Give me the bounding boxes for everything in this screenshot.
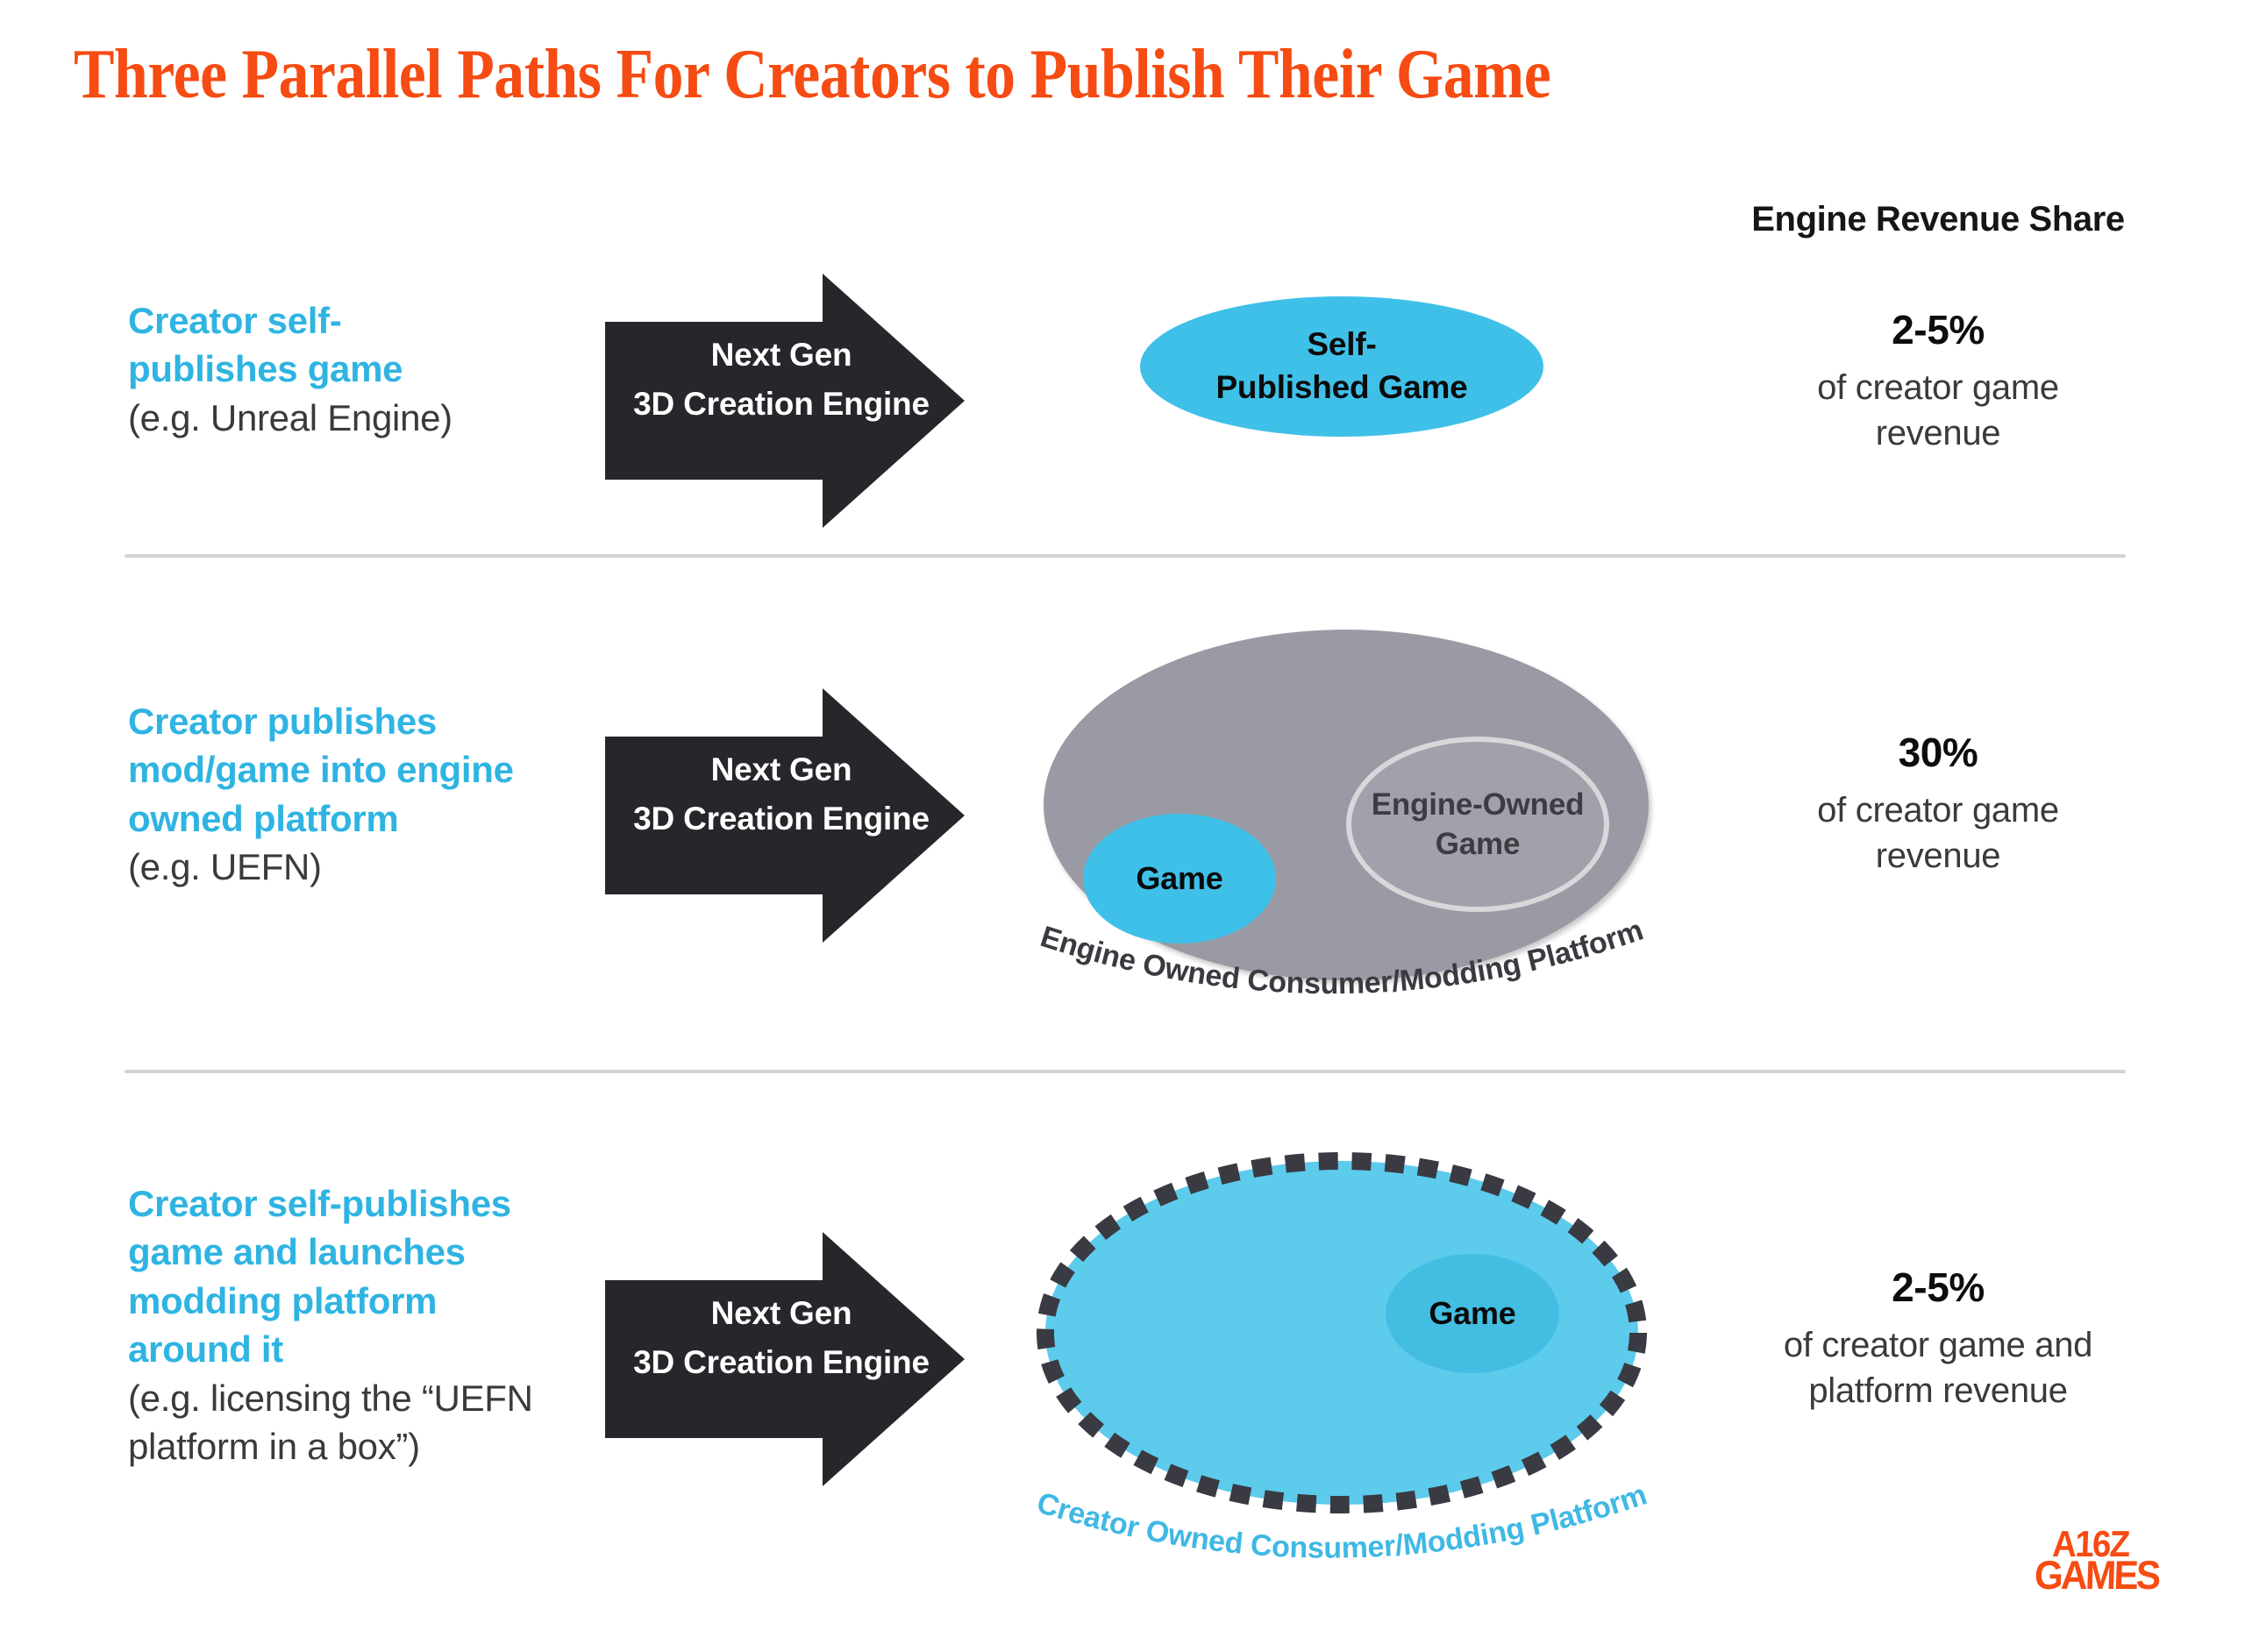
row3-revenue-percent: 2-5% — [1892, 1264, 1985, 1310]
row2-revenue-note-line2: revenue — [1875, 837, 2001, 876]
row1-revenue: 2-5% of creator game revenue — [1710, 305, 2166, 457]
row2-revenue: 30% of creator game revenue — [1710, 728, 2166, 879]
row1-revenue-note-line1: of creator game — [1817, 367, 2059, 407]
row3-desc-sub-line1: (e.g. licensing the “UEFN — [128, 1377, 533, 1419]
row3-next-gen-arrow: Next Gen 3D Creation Engine — [605, 1232, 973, 1486]
row3-desc-line4: around it — [128, 1328, 283, 1371]
engine-platform-caption-text: Engine Owned Consumer/Modding Platform — [1037, 914, 1647, 1001]
creator-platform-caption-text: Creator Owned Consumer/Modding Platform — [1033, 1478, 1650, 1564]
row2-desc-sub: (e.g. UEFN) — [128, 846, 322, 888]
row2-revenue-note-line1: of creator game — [1817, 790, 2059, 830]
row1-desc-sub: (e.g. Unreal Engine) — [128, 396, 453, 438]
row1-revenue-note: of creator game revenue — [1710, 365, 2166, 458]
row1-next-gen-arrow: Next Gen 3D Creation Engine — [605, 274, 973, 528]
logo-line2: GAMES — [2034, 1551, 2160, 1598]
slide-canvas: Three Parallel Paths For Creators to Pub… — [0, 0, 2245, 1652]
row2-revenue-percent: 30% — [1898, 730, 1978, 775]
row2-revenue-note: of creator game revenue — [1710, 787, 2166, 880]
row3-revenue-note-line2: platform revenue — [1808, 1371, 2068, 1411]
row2-description: Creator publishes mod/game into engine o… — [128, 697, 584, 892]
engine-owned-game-line2: Game — [1435, 827, 1521, 861]
row-engine-platform: Creator publishes mod/game into engine o… — [0, 614, 2245, 1070]
block-arrow-shape — [605, 274, 965, 528]
creator-owned-platform-ellipse — [1026, 1149, 1657, 1517]
row3-description: Creator self-publishes game and launches… — [128, 1179, 584, 1471]
a16z-games-logo: A16Z GAMES — [2034, 1523, 2192, 1598]
row2-desc-line2: mod/game into engine — [128, 749, 514, 791]
row2-desc-line1: Creator publishes — [128, 701, 437, 742]
block-arrow-shape — [605, 688, 965, 943]
engine-owned-game-ellipse: Engine-Owned Game — [1346, 737, 1609, 912]
row-creator-platform: Creator self-publishes game and launches… — [0, 1140, 2245, 1596]
row3-game-label: Game — [1429, 1295, 1516, 1331]
row-self-publish: Creator self- publishes game (e.g. Unrea… — [0, 263, 2245, 552]
row1-revenue-note-line2: revenue — [1875, 414, 2001, 453]
engine-owned-game-label: Engine-Owned Game — [1372, 785, 1585, 865]
row2-desc-line3: owned platform — [128, 797, 399, 839]
row3-desc-line3: modding platform — [128, 1279, 438, 1321]
engine-platform-arc-caption: Engine Owned Consumer/Modding Platform — [1008, 903, 1675, 1017]
row2-game-label: Game — [1136, 860, 1223, 896]
row3-game-ellipse: Game — [1386, 1254, 1559, 1373]
engine-owned-game-line1: Engine-Owned — [1371, 787, 1585, 822]
row1-revenue-percent: 2-5% — [1892, 307, 1985, 352]
block-arrow-shape — [605, 1232, 965, 1486]
row1-description: Creator self- publishes game (e.g. Unrea… — [128, 296, 584, 442]
page-title: Three Parallel Paths For Creators to Pub… — [74, 34, 1551, 113]
self-published-game-line1: Self- — [1307, 326, 1377, 363]
row1-desc-line2: publishes game — [128, 348, 403, 390]
creator-platform-arc-caption: Creator Owned Consumer/Modding Platform — [1000, 1464, 1684, 1578]
row2-next-gen-arrow: Next Gen 3D Creation Engine — [605, 688, 973, 943]
row-divider-1 — [125, 554, 2126, 558]
row1-desc-line1: Creator self- — [128, 300, 342, 341]
row3-desc-sub-line2: platform in a box”) — [128, 1426, 420, 1468]
self-published-game-label: Self- Published Game — [1215, 324, 1467, 409]
self-published-game-ellipse: Self- Published Game — [1140, 296, 1543, 437]
row3-revenue-note-line1: of creator game and — [1783, 1325, 2093, 1364]
row3-revenue: 2-5% of creator game and platform revenu… — [1710, 1263, 2166, 1414]
row-divider-2 — [125, 1070, 2126, 1073]
row3-desc-line2: game and launches — [128, 1231, 466, 1273]
row3-revenue-note: of creator game and platform revenue — [1710, 1322, 2166, 1415]
self-published-game-line2: Published Game — [1215, 369, 1468, 405]
row3-desc-line1: Creator self-publishes — [128, 1183, 511, 1224]
engine-revenue-share-header: Engine Revenue Share — [1751, 200, 2125, 239]
